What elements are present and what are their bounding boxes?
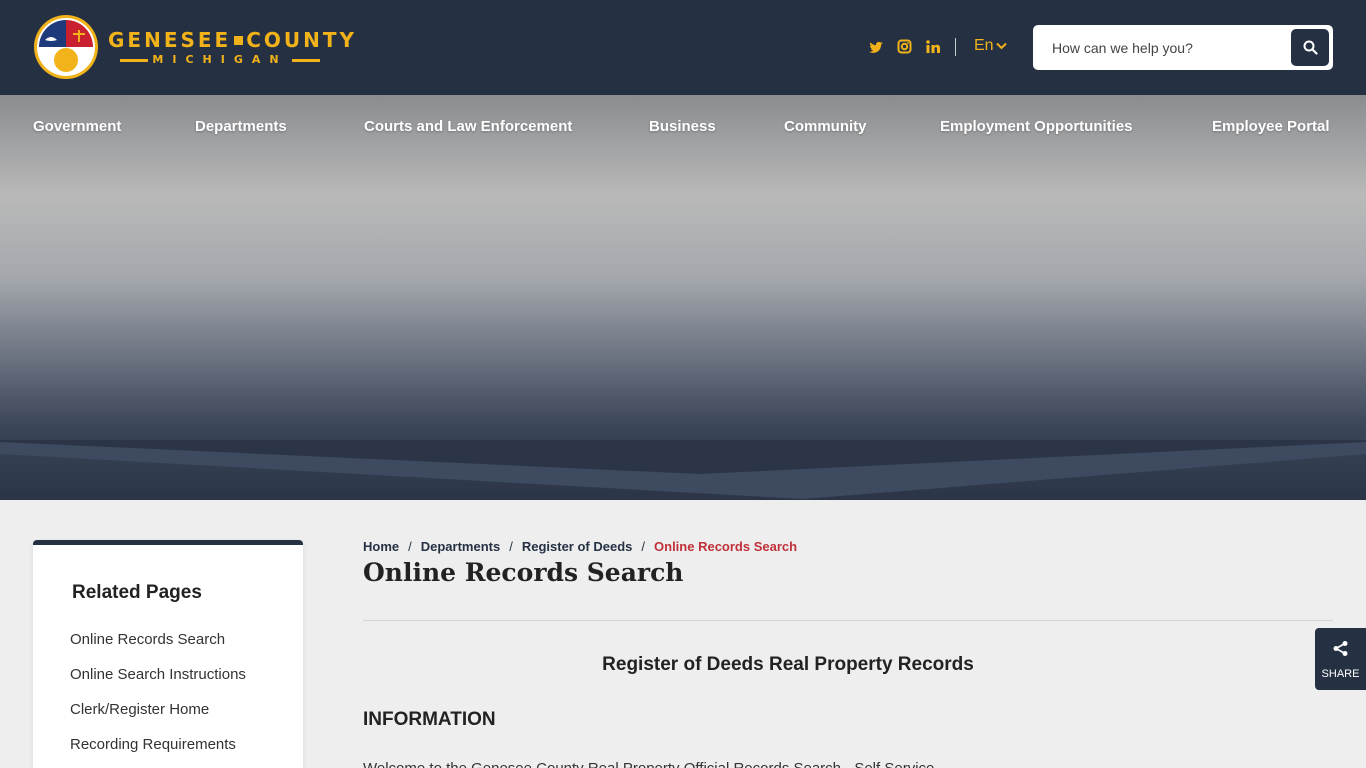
share-icon <box>1333 641 1348 656</box>
main-navigation: Government Departments Courts and Law En… <box>0 118 1366 138</box>
body-paragraph: Welcome to the Genesee County Real Prope… <box>363 760 1263 768</box>
hero-wave-divider <box>0 440 1366 499</box>
sidebar-link-online-search-instructions[interactable]: Online Search Instructions <box>70 666 246 683</box>
breadcrumb-register-of-deeds[interactable]: Register of Deeds <box>522 539 633 554</box>
breadcrumb-home[interactable]: Home <box>363 539 399 554</box>
page-title: Online Records Search <box>363 558 684 587</box>
share-button[interactable]: SHARE <box>1315 628 1366 690</box>
search-icon <box>1303 40 1318 55</box>
section-heading: Register of Deeds Real Property Records <box>602 654 974 675</box>
related-pages-sidebar: Related Pages Online Records Search Onli… <box>33 540 303 768</box>
search-input[interactable] <box>1033 25 1289 70</box>
breadcrumb-separator: / <box>509 539 513 554</box>
nav-item-business[interactable]: Business <box>649 118 716 135</box>
twitter-icon[interactable] <box>868 36 884 58</box>
chevron-down-icon <box>995 42 1007 50</box>
sidebar-link-clerk-register-home[interactable]: Clerk/Register Home <box>70 701 209 718</box>
site-logo[interactable]: GENESEE COUNTY MICHIGAN <box>33 14 354 82</box>
search-box <box>1033 25 1333 70</box>
breadcrumb-current: Online Records Search <box>654 539 798 554</box>
language-label: En <box>974 37 994 54</box>
county-seal-icon <box>34 15 98 79</box>
sidebar-link-online-records-search[interactable]: Online Records Search <box>70 631 225 648</box>
header-divider <box>955 38 956 56</box>
instagram-icon[interactable] <box>897 36 912 58</box>
nav-item-employee-portal[interactable]: Employee Portal <box>1212 118 1330 135</box>
sidebar-title: Related Pages <box>72 582 202 603</box>
logo-title: GENESEE COUNTY <box>108 28 358 52</box>
breadcrumb-separator: / <box>408 539 412 554</box>
breadcrumb-departments[interactable]: Departments <box>421 539 500 554</box>
share-label: SHARE <box>1321 668 1360 680</box>
language-selector[interactable]: En <box>974 37 1007 55</box>
sidebar-link-recording-requirements[interactable]: Recording Requirements <box>70 736 236 753</box>
title-divider <box>363 620 1333 621</box>
nav-item-government[interactable]: Government <box>33 118 121 135</box>
logo-subtitle: MICHIGAN <box>109 53 331 69</box>
nav-item-courts[interactable]: Courts and Law Enforcement <box>364 118 572 135</box>
nav-item-community[interactable]: Community <box>784 118 867 135</box>
breadcrumb-separator: / <box>641 539 646 554</box>
information-heading: INFORMATION <box>363 709 496 730</box>
breadcrumb: Home / Departments / Register of Deeds / Onlin… <box>363 539 797 555</box>
top-header: GENESEE COUNTY MICHIGAN En <box>0 0 1366 95</box>
nav-item-employment[interactable]: Employment Opportunities <box>940 118 1133 135</box>
search-button[interactable] <box>1291 29 1329 66</box>
linkedin-icon[interactable] <box>925 36 941 58</box>
nav-item-departments[interactable]: Departments <box>195 118 287 135</box>
